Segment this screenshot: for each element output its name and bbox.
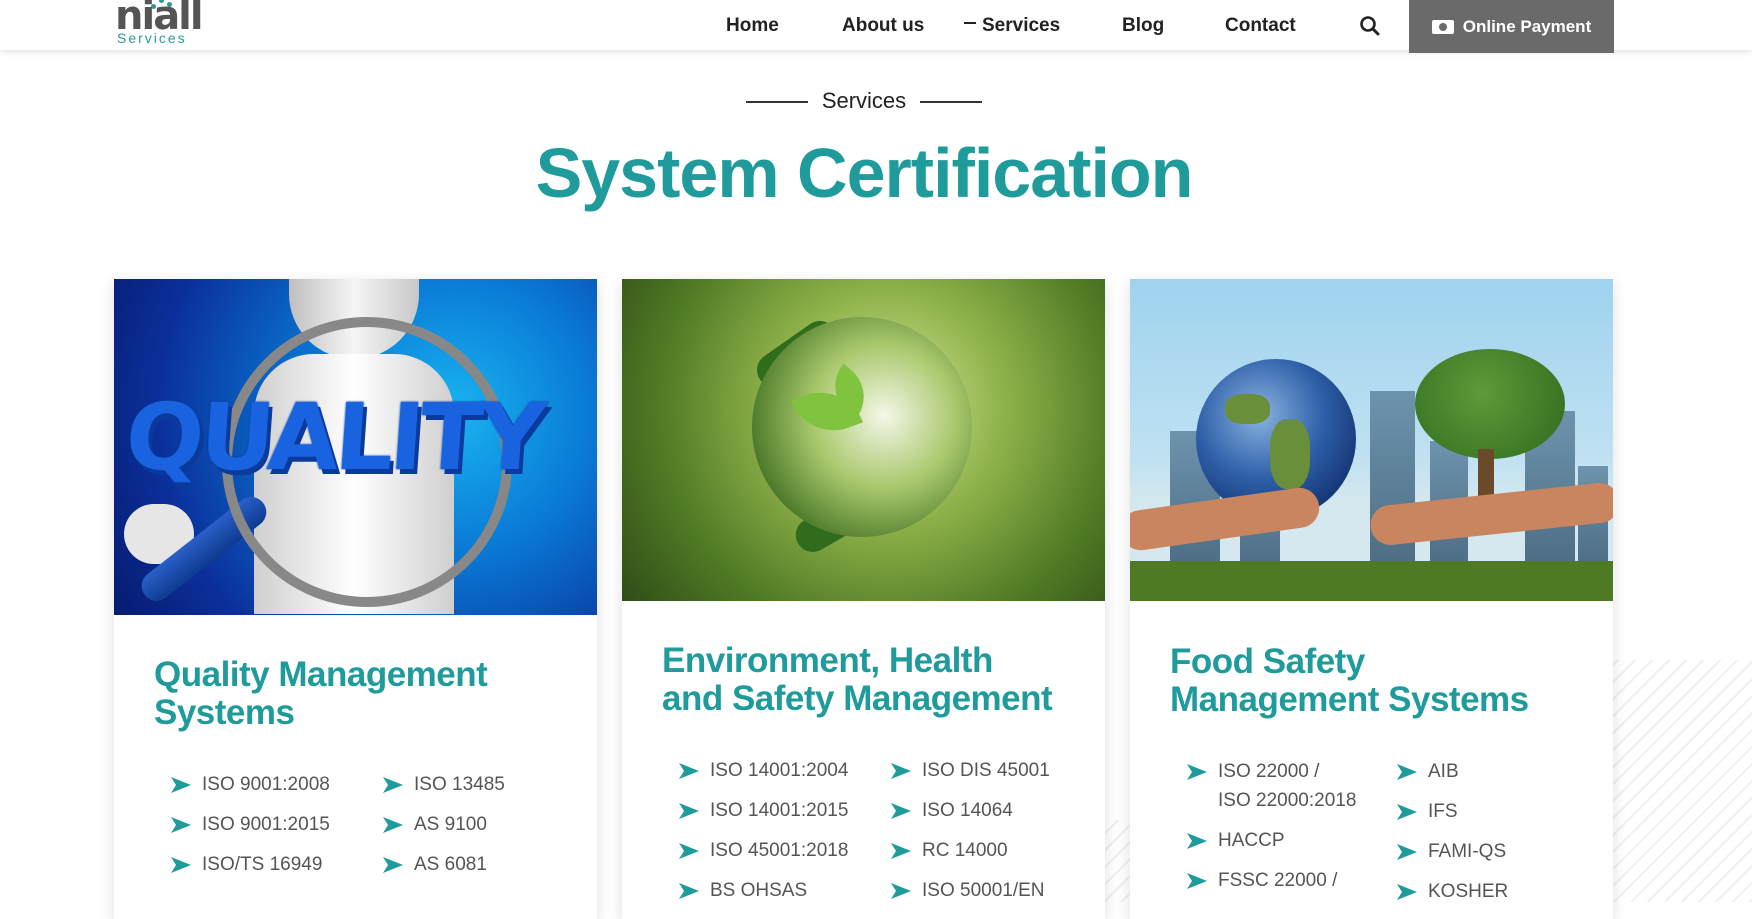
chevron-arrow-icon — [891, 883, 911, 899]
list-item[interactable]: ISO 9001:2015 — [171, 811, 330, 839]
chevron-arrow-icon — [679, 843, 699, 859]
earth-tree-hands-image — [1130, 279, 1613, 601]
chevron-arrow-icon — [171, 777, 191, 793]
card-title[interactable]: Food Safety Management Systems — [1170, 643, 1529, 719]
nav-about-us[interactable]: About us — [842, 15, 924, 37]
service-card-environment[interactable]: Environment, Health and Safety Managemen… — [622, 279, 1105, 919]
green-globe-recycle-image — [622, 279, 1105, 601]
list-item[interactable]: AIB — [1397, 758, 1459, 786]
nav-services[interactable]: Services — [964, 15, 1060, 37]
list-item[interactable]: ISO 14001:2004 — [679, 757, 848, 785]
card-title-line1: Environment, Health — [662, 641, 993, 680]
list-item[interactable]: ISO 14064 — [891, 797, 1013, 825]
chevron-arrow-icon — [1187, 833, 1207, 849]
online-payment-button[interactable]: Online Payment — [1409, 0, 1614, 53]
list-item[interactable]: AS 9100 — [383, 811, 487, 839]
logo-subtitle: Services — [117, 30, 187, 46]
nav-contact[interactable]: Contact — [1225, 15, 1296, 37]
list-item[interactable]: HACCP — [1187, 827, 1285, 855]
list-item[interactable]: IFS — [1397, 798, 1458, 826]
list-item[interactable]: BS OHSAS — [679, 877, 807, 905]
active-indicator — [964, 21, 976, 24]
card-title-line2: Management Systems — [1170, 680, 1529, 719]
chevron-arrow-icon — [679, 883, 699, 899]
service-card-food-safety[interactable]: Food Safety Management Systems ISO 22000… — [1130, 279, 1613, 919]
chevron-arrow-icon — [891, 803, 911, 819]
quality-magnifier-image: QUALITY — [114, 279, 597, 615]
chevron-arrow-icon — [383, 777, 403, 793]
chevron-arrow-icon — [891, 843, 911, 859]
card-title[interactable]: Quality Management Systems — [154, 655, 488, 732]
site-header: niall Services Home About us Services Bl… — [0, 0, 1752, 53]
list-item[interactable]: ISO 14001:2015 — [679, 797, 848, 825]
card-title-line2: and Safety Management — [662, 679, 1053, 718]
eyebrow-line-left — [745, 101, 808, 103]
card-title-line2: Systems — [154, 693, 295, 732]
list-item[interactable]: AS 6081 — [383, 851, 487, 879]
list-item[interactable]: ISO DIS 45001 — [891, 757, 1050, 785]
nav-blog[interactable]: Blog — [1122, 15, 1164, 37]
list-item[interactable]: ISO 22000 / — [1187, 758, 1319, 786]
eyebrow-label: Services — [821, 88, 907, 113]
chevron-arrow-icon — [383, 857, 403, 873]
nav-services-label: Services — [982, 15, 1061, 36]
list-item[interactable]: ISO 45001:2018 — [679, 837, 848, 865]
list-item[interactable]: FSSC 22000 / — [1187, 867, 1337, 895]
list-item[interactable]: FAMI-QS — [1397, 838, 1506, 866]
card-title-line1: Quality Management — [154, 655, 488, 694]
nav-home[interactable]: Home — [726, 15, 779, 37]
service-card-quality[interactable]: QUALITY Quality Management Systems ISO 9… — [114, 279, 597, 919]
list-item[interactable]: ISO 50001/EN — [891, 877, 1045, 905]
chevron-arrow-icon — [1187, 873, 1207, 889]
card-title[interactable]: Environment, Health and Safety Managemen… — [662, 641, 1053, 718]
search-icon[interactable] — [1358, 14, 1382, 38]
chevron-arrow-icon — [1397, 844, 1417, 860]
chevron-arrow-icon — [171, 857, 191, 873]
list-item[interactable]: ISO 22000:2018 — [1218, 787, 1356, 815]
list-item[interactable]: ISO 9001:2008 — [171, 771, 330, 799]
chevron-arrow-icon — [1397, 804, 1417, 820]
chevron-arrow-icon — [1187, 764, 1207, 780]
list-item[interactable]: ISO/TS 16949 — [171, 851, 322, 879]
decorative-stripes — [1600, 660, 1752, 902]
online-payment-label: Online Payment — [1462, 16, 1592, 36]
eyebrow-line-right — [920, 101, 983, 103]
card-title-line1: Food Safety — [1170, 642, 1365, 681]
chevron-arrow-icon — [679, 803, 699, 819]
page-title: System Certification — [535, 134, 1194, 212]
site-logo[interactable]: niall Services — [115, 0, 215, 50]
chevron-arrow-icon — [679, 763, 699, 779]
chevron-arrow-icon — [891, 763, 911, 779]
chevron-arrow-icon — [383, 817, 403, 833]
section-eyebrow: Services — [0, 88, 1728, 114]
money-icon — [1431, 19, 1454, 34]
chevron-arrow-icon — [1397, 764, 1417, 780]
list-item[interactable]: ISO 13485 — [383, 771, 505, 799]
chevron-arrow-icon — [171, 817, 191, 833]
list-item[interactable]: RC 14000 — [891, 837, 1008, 865]
chevron-arrow-icon — [1397, 884, 1417, 900]
